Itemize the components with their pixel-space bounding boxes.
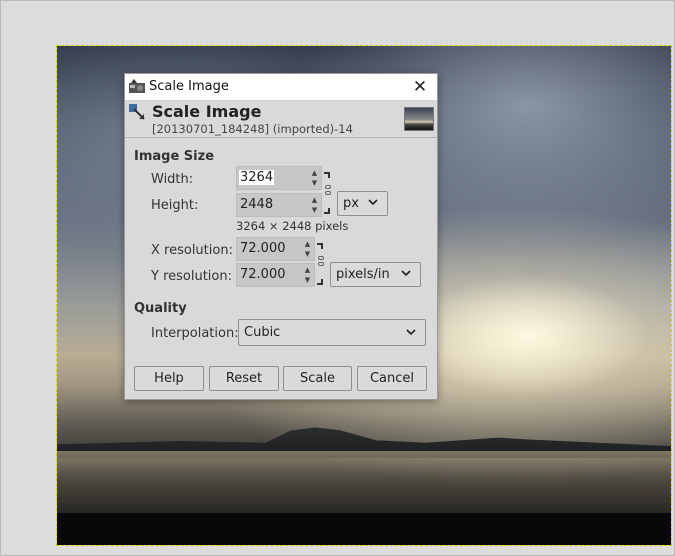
- close-button[interactable]: ✕: [405, 75, 435, 99]
- y-resolution-spin-arrows[interactable]: ▲ ▼: [302, 265, 313, 285]
- reset-button[interactable]: Reset: [209, 366, 279, 391]
- image-thumbnail-icon: [404, 107, 434, 131]
- close-icon: ✕: [412, 77, 428, 97]
- interpolation-select[interactable]: Cubic: [238, 319, 426, 346]
- y-resolution-label: Y resolution:: [151, 269, 232, 284]
- x-resolution-spin-arrows[interactable]: ▲ ▼: [302, 239, 313, 259]
- resolution-chain-link-icon[interactable]: [315, 243, 327, 285]
- resolution-unit-value: pixels/in: [336, 267, 390, 282]
- size-unit-value: px: [343, 196, 359, 211]
- dialog-window-title: Scale Image: [149, 79, 229, 94]
- gimp-app-icon: [129, 79, 145, 93]
- height-value[interactable]: 2448: [240, 197, 273, 212]
- chevron-down-icon: [368, 199, 378, 206]
- quality-section-label: Quality: [134, 301, 187, 316]
- cancel-button[interactable]: Cancel: [357, 366, 427, 391]
- photo-water: [57, 451, 671, 513]
- header-subtitle: [20130701_184248] (imported)-14: [152, 122, 353, 136]
- pixels-note: 3264 × 2448 pixels: [236, 219, 349, 233]
- x-resolution-spinbutton[interactable]: 72.000 ▲ ▼: [236, 237, 315, 261]
- scale-button[interactable]: Scale: [283, 366, 352, 391]
- chevron-down-icon: [406, 329, 416, 336]
- chevron-down-icon: [401, 270, 411, 277]
- scale-image-icon: [129, 104, 145, 120]
- y-resolution-spinbutton[interactable]: 72.000 ▲ ▼: [236, 263, 315, 287]
- header-title: Scale Image: [152, 102, 262, 121]
- height-spin-arrows[interactable]: ▲ ▼: [309, 195, 320, 215]
- scale-image-dialog: Scale Image ✕ Scale Image [20130701_1842…: [124, 73, 438, 400]
- size-chain-link-icon[interactable]: [322, 172, 334, 214]
- interpolation-label: Interpolation:: [151, 326, 239, 341]
- width-value[interactable]: 3264: [239, 170, 275, 185]
- width-spinbutton[interactable]: 3264 ▲ ▼: [236, 166, 322, 190]
- interpolation-value: Cubic: [244, 325, 281, 340]
- width-spin-arrows[interactable]: ▲ ▼: [309, 168, 320, 188]
- y-resolution-value[interactable]: 72.000: [240, 267, 286, 282]
- height-label: Height:: [151, 198, 199, 213]
- photo-bottom-band: [57, 513, 671, 545]
- size-unit-select[interactable]: px: [337, 191, 388, 216]
- dialog-titlebar[interactable]: Scale Image ✕: [125, 74, 437, 101]
- help-button[interactable]: Help: [134, 366, 204, 391]
- height-spinbutton[interactable]: 2448 ▲ ▼: [236, 193, 322, 217]
- resolution-unit-select[interactable]: pixels/in: [330, 262, 421, 287]
- dialog-header: Scale Image [20130701_184248] (imported)…: [125, 101, 437, 138]
- width-label: Width:: [151, 172, 194, 187]
- image-size-section-label: Image Size: [134, 149, 215, 164]
- x-resolution-label: X resolution:: [151, 243, 233, 258]
- x-resolution-value[interactable]: 72.000: [240, 241, 286, 256]
